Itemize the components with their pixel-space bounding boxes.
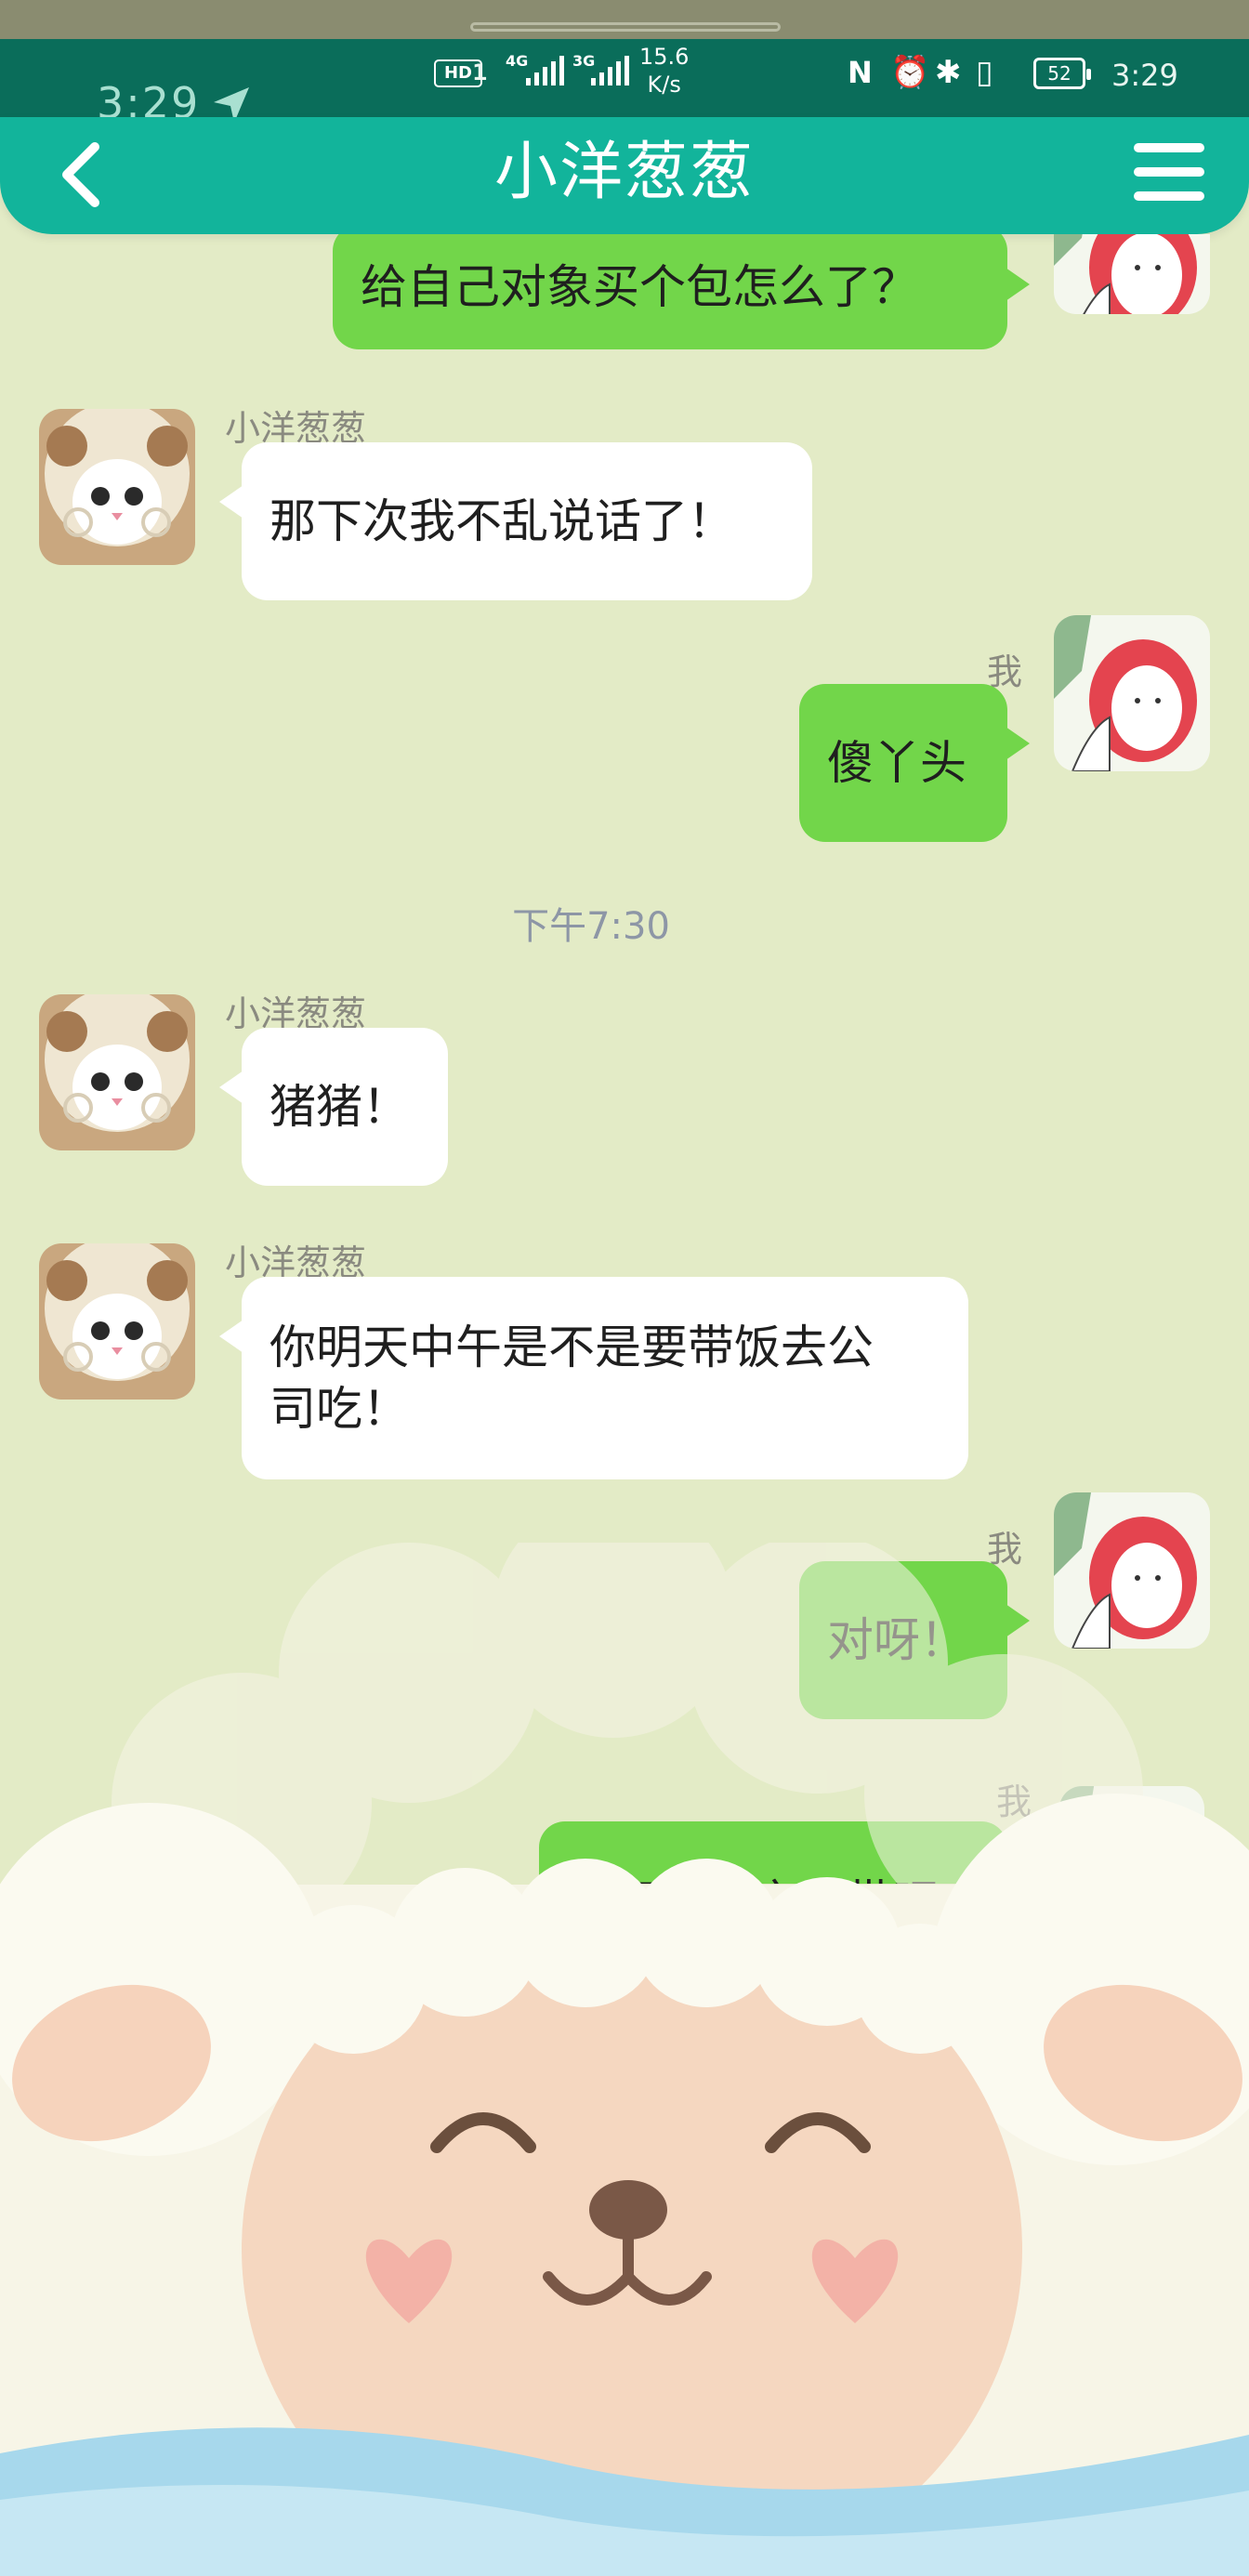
avatar-other[interactable]	[39, 409, 195, 565]
message-row: 我 傻丫头	[0, 615, 1249, 866]
status-time: 3:29	[1111, 58, 1178, 93]
avatar-me[interactable]	[1054, 615, 1210, 771]
message-bubble-incoming[interactable]: 猪猪！	[219, 1028, 448, 1186]
message-bubble-outgoing[interactable]: 傻丫头	[799, 684, 1030, 842]
message-text: 那下次我不乱说话了！	[270, 494, 734, 548]
hamburger-menu-icon[interactable]	[1134, 143, 1204, 203]
message-bubble-incoming[interactable]: 你明天中午是不是要带饭去公 司吃！	[219, 1277, 968, 1479]
network-type-1: 4G	[506, 52, 529, 70]
message-bubble-outgoing[interactable]: 给自己对象买个包怎么了？	[333, 234, 1030, 349]
chat-header: 小洋葱葱	[0, 117, 1249, 234]
message-row: 小洋葱葱 猪猪！	[0, 968, 1249, 1191]
avatar-other[interactable]	[39, 1243, 195, 1400]
cat-sheep-avatar-icon	[39, 1243, 195, 1400]
cat-sheep-avatar-icon	[39, 994, 195, 1150]
message-text: 给自己对象买个包怎么了？	[361, 260, 918, 314]
network-speed-unit: K/s	[647, 72, 681, 98]
avatar-me[interactable]	[1054, 234, 1210, 314]
message-row: 小洋葱葱 那下次我不乱说话了！	[0, 383, 1249, 606]
chat-title: 小洋葱葱	[493, 136, 755, 209]
message-text: 傻丫头	[827, 736, 966, 790]
message-bubble-incoming[interactable]: 那下次我不乱说话了！	[219, 442, 812, 600]
sheep-wallpaper-illustration	[0, 1543, 1249, 2576]
signal-strength-2-icon	[591, 56, 629, 85]
nfc-icon: N	[848, 55, 873, 90]
network-speed: 15.6 K/s	[639, 43, 689, 99]
message-text-line-1: 你明天中午是不是要带饭去公	[270, 1321, 874, 1374]
top-strip	[0, 0, 1249, 39]
battery-icon: 52	[1033, 58, 1091, 89]
message-text-line-2: 司吃！	[270, 1382, 409, 1436]
signal-strength-1-icon	[526, 56, 564, 85]
message-row: 给自己对象买个包怎么了？	[0, 234, 1249, 355]
alarm-icon: ⏰	[890, 54, 930, 91]
red-hood-avatar-icon	[1054, 615, 1210, 771]
cat-sheep-avatar-icon	[39, 409, 195, 565]
timestamp-separator: 下午7:30	[512, 905, 670, 948]
message-row: 小洋葱葱 你明天中午是不是要带饭去公 司吃！	[0, 1217, 1249, 1496]
bluetooth-icon: ✱	[935, 54, 962, 91]
avatar-other[interactable]	[39, 994, 195, 1150]
message-text: 猪猪！	[270, 1080, 409, 1134]
drag-handle[interactable]	[470, 22, 781, 32]
vibrate-icon: ▯	[976, 54, 993, 91]
sim-slot-label: 1	[472, 59, 488, 85]
red-hood-avatar-icon	[1054, 234, 1210, 314]
network-speed-value: 15.6	[639, 44, 690, 70]
